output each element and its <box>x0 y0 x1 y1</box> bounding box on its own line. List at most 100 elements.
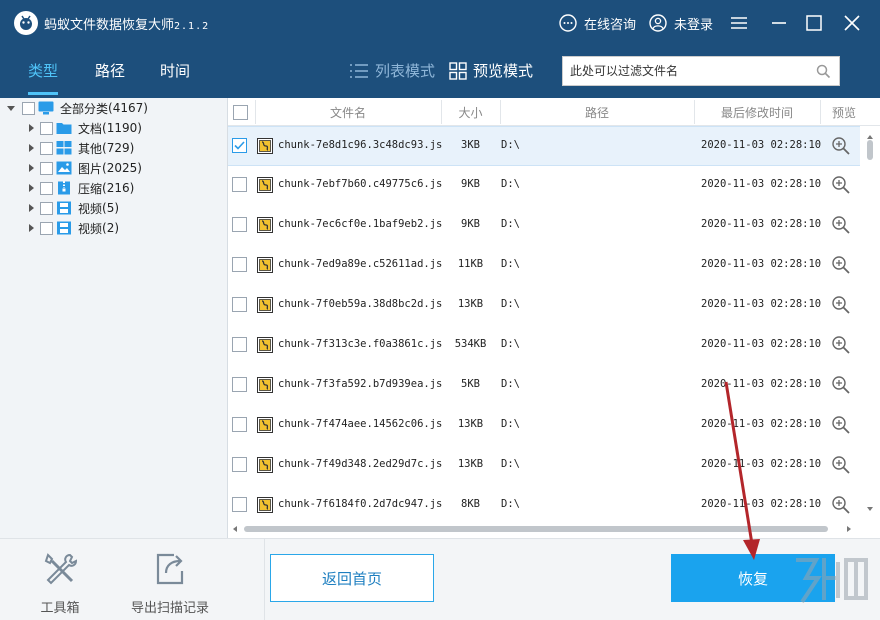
tree-root-checkbox[interactable] <box>22 101 35 115</box>
close-button[interactable] <box>841 12 863 34</box>
tab-time[interactable]: 时间 <box>160 60 190 81</box>
column-header-preview[interactable]: 预览 <box>820 104 868 121</box>
tree-item-documents[interactable]: 文档 (1190) <box>26 118 142 138</box>
tree-item-video-1[interactable]: 视频 (5) <box>26 198 119 218</box>
filter-search-box <box>562 56 840 86</box>
table-row[interactable]: chunk-7e8d1c96.3c48dc93.js 3KB D:\ 2020-… <box>228 126 860 166</box>
table-row[interactable]: chunk-7f49d348.2ed29d7c.js 13KB D:\ 2020… <box>228 446 860 486</box>
tree-item-checkbox[interactable] <box>40 181 53 195</box>
online-consult-button[interactable]: 在线咨询 <box>558 11 636 35</box>
search-icon[interactable] <box>816 64 831 79</box>
zoom-preview-icon[interactable] <box>831 175 851 195</box>
scroll-right-arrow-icon[interactable] <box>842 520 856 538</box>
column-header-modified[interactable]: 最后修改时间 <box>694 104 820 121</box>
table-row[interactable]: chunk-7f474aee.14562c06.js 13KB D:\ 2020… <box>228 406 860 446</box>
preview-mode-button[interactable]: 预览模式 <box>449 60 533 81</box>
zoom-preview-icon[interactable] <box>831 215 851 235</box>
back-home-button[interactable]: 返回首页 <box>270 554 434 602</box>
list-mode-button[interactable]: 列表模式 <box>349 60 435 81</box>
tree-item-checkbox[interactable] <box>40 121 53 135</box>
caret-right-icon[interactable] <box>26 183 36 193</box>
recover-button[interactable]: 恢复 <box>671 554 835 602</box>
table-row[interactable]: chunk-7ec6cf0e.1baf9eb2.js 9KB D:\ 2020-… <box>228 206 860 246</box>
maximize-button[interactable] <box>803 12 825 34</box>
table-row[interactable]: chunk-7f313c3e.f0a3861c.js 534KB D:\ 202… <box>228 326 860 366</box>
tree-item-other[interactable]: 其他 (729) <box>26 138 134 158</box>
zoom-preview-icon[interactable] <box>831 136 851 156</box>
row-checkbox[interactable] <box>232 337 247 352</box>
js-file-icon <box>257 457 273 473</box>
row-checkbox[interactable] <box>232 377 247 392</box>
cell-path: D:\ <box>501 258 520 270</box>
row-checkbox[interactable] <box>232 297 247 312</box>
tree-item-video-2[interactable]: 视频 (2) <box>26 218 119 238</box>
cell-filename: chunk-7f3fa592.b7d939ea.js <box>278 378 443 390</box>
row-checkbox[interactable] <box>232 417 247 432</box>
export-scan-record-button[interactable]: 导出扫描记录 <box>125 549 215 616</box>
row-checkbox[interactable] <box>232 457 247 472</box>
tree-item-checkbox[interactable] <box>40 201 53 215</box>
cell-size: 13KB <box>457 458 484 470</box>
zoom-preview-icon[interactable] <box>831 295 851 315</box>
list-mode-label: 列表模式 <box>375 62 436 80</box>
zoom-preview-icon[interactable] <box>831 455 851 475</box>
tab-path[interactable]: 路径 <box>95 60 125 81</box>
cell-filename: chunk-7f0eb59a.38d8bc2d.js <box>278 298 443 310</box>
tree-root[interactable]: 全部分类 (4167) <box>6 98 148 118</box>
zoom-preview-icon[interactable] <box>831 335 851 355</box>
row-checkbox[interactable] <box>232 217 247 232</box>
caret-right-icon[interactable] <box>26 223 36 233</box>
caret-down-icon[interactable] <box>6 103 16 113</box>
cell-size: 9KB <box>461 218 480 230</box>
column-header-filename[interactable]: 文件名 <box>255 104 441 121</box>
caret-right-icon[interactable] <box>26 203 36 213</box>
tree-item-archives[interactable]: 压缩 (216) <box>26 178 134 198</box>
horizontal-scrollbar[interactable] <box>228 520 860 538</box>
export-icon <box>156 553 184 585</box>
cell-path: D:\ <box>501 418 520 430</box>
preview-mode-label: 预览模式 <box>473 62 534 80</box>
filter-search-input[interactable] <box>563 57 809 85</box>
row-checkbox[interactable] <box>232 497 247 512</box>
online-consult-label: 在线咨询 <box>584 17 637 33</box>
tab-type[interactable]: 类型 <box>28 60 59 95</box>
caret-right-icon[interactable] <box>26 143 36 153</box>
tree-item-checkbox[interactable] <box>40 161 53 175</box>
zoom-preview-icon[interactable] <box>831 255 851 275</box>
select-all-checkbox[interactable] <box>233 105 248 120</box>
caret-right-icon[interactable] <box>26 163 36 173</box>
minimize-button[interactable] <box>768 12 790 34</box>
tree-item-checkbox[interactable] <box>40 141 53 155</box>
bottom-divider <box>264 539 265 620</box>
login-button[interactable]: 未登录 <box>648 11 713 35</box>
zoom-preview-icon[interactable] <box>831 415 851 435</box>
menu-button[interactable] <box>728 12 750 34</box>
minimize-icon <box>772 22 786 24</box>
zoom-preview-icon[interactable] <box>831 375 851 395</box>
table-row[interactable]: chunk-7ebf7b60.c49775c6.js 9KB D:\ 2020-… <box>228 166 860 206</box>
toolbox-button[interactable]: 工具箱 <box>36 549 84 616</box>
cell-path: D:\ <box>501 298 520 310</box>
vertical-scrollbar[interactable] <box>860 126 880 538</box>
row-checkbox[interactable] <box>232 257 247 272</box>
horizontal-scroll-thumb[interactable] <box>244 526 828 532</box>
table-row[interactable]: chunk-7f0eb59a.38d8bc2d.js 13KB D:\ 2020… <box>228 286 860 326</box>
table-row[interactable]: chunk-7ed9a89e.c52611ad.js 11KB D:\ 2020… <box>228 246 860 286</box>
column-header-size[interactable]: 大小 <box>441 104 500 121</box>
zoom-preview-icon[interactable] <box>831 495 851 515</box>
column-header-path[interactable]: 路径 <box>500 104 694 121</box>
tree-item-checkbox[interactable] <box>40 221 53 235</box>
chat-icon <box>559 14 577 32</box>
tree-item-label: 视频 <box>78 221 103 236</box>
cell-modified: 2020-11-03 02:28:10 <box>701 458 822 470</box>
cell-modified: 2020-11-03 02:28:10 <box>701 418 822 430</box>
row-checkbox[interactable] <box>232 138 247 153</box>
table-row[interactable]: chunk-7f3fa592.b7d939ea.js 5KB D:\ 2020-… <box>228 366 860 406</box>
scroll-left-arrow-icon[interactable] <box>228 520 242 538</box>
scroll-down-arrow-icon[interactable] <box>860 502 880 516</box>
vertical-scroll-thumb[interactable] <box>867 140 873 160</box>
tree-item-images[interactable]: 图片 (2025) <box>26 158 142 178</box>
cell-size: 13KB <box>457 418 484 430</box>
row-checkbox[interactable] <box>232 177 247 192</box>
caret-right-icon[interactable] <box>26 123 36 133</box>
